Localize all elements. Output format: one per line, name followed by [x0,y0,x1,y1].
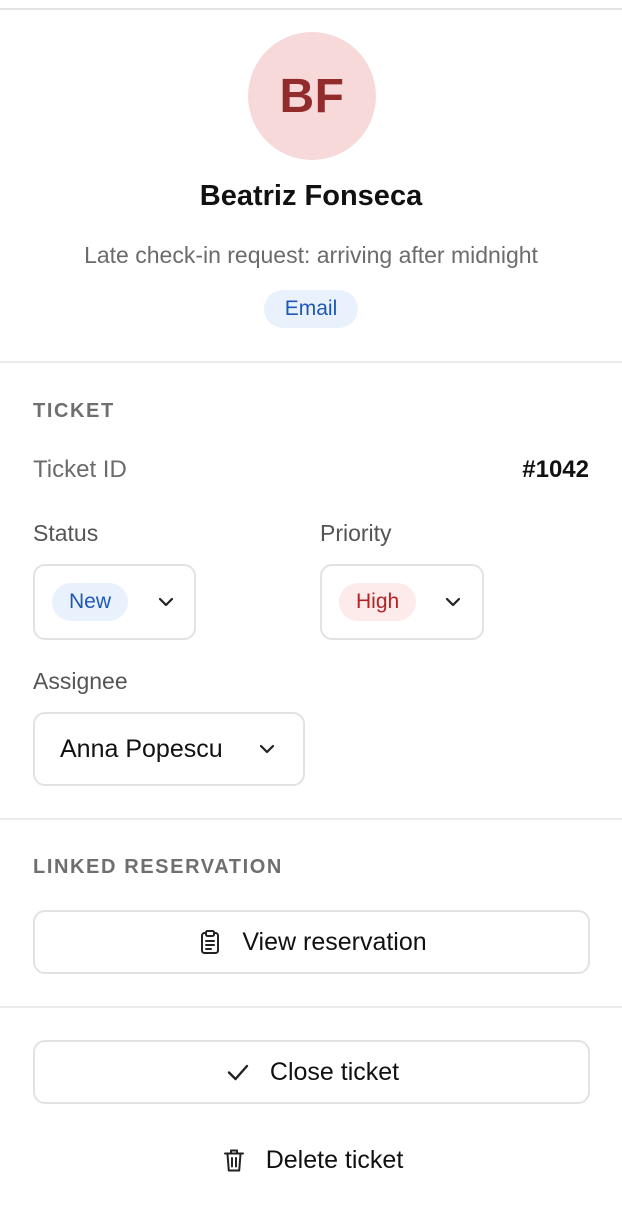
chevron-down-icon [257,739,277,759]
contact-name: Beatriz Fonseca [199,180,423,212]
contact-header: BF Beatriz Fonseca Late check-in request… [0,10,622,363]
channel-badge: Email [264,290,358,328]
priority-select[interactable]: High [320,564,484,640]
avatar-initials: BF [279,69,345,123]
assignee-label: Assignee [33,668,128,694]
avatar: BF [248,32,376,160]
view-reservation-button[interactable]: View reservation [33,910,590,974]
ticket-id-value: #1042 [522,456,589,483]
ticket-subject: Late check-in request: arriving after mi… [84,242,538,268]
check-icon [224,1058,252,1086]
ticket-section-title: TICKET [33,400,115,422]
close-ticket-label: Close ticket [269,1057,400,1086]
assignee-select[interactable]: Anna Popescu [33,712,305,786]
delete-ticket-button[interactable]: Delete ticket [33,1128,590,1192]
view-reservation-label: View reservation [242,927,427,956]
section-divider [0,1006,622,1008]
status-label: Status [33,520,99,546]
delete-ticket-label: Delete ticket [265,1145,404,1174]
section-divider [0,818,622,820]
priority-badge: High [339,583,417,621]
assignee-value: Anna Popescu [60,734,223,763]
chevron-down-icon [156,592,176,612]
linked-reservation-title: LINKED RESERVATION [33,856,283,878]
chevron-down-icon [443,592,463,612]
ticket-id-label: Ticket ID [33,456,127,483]
clipboard-icon [196,928,224,956]
priority-label: Priority [320,520,392,546]
trash-icon [220,1146,248,1174]
ticket-details-panel: BF Beatriz Fonseca Late check-in request… [0,0,622,1224]
status-select[interactable]: New [33,564,196,640]
status-badge: New [52,583,129,621]
close-ticket-button[interactable]: Close ticket [33,1040,590,1104]
